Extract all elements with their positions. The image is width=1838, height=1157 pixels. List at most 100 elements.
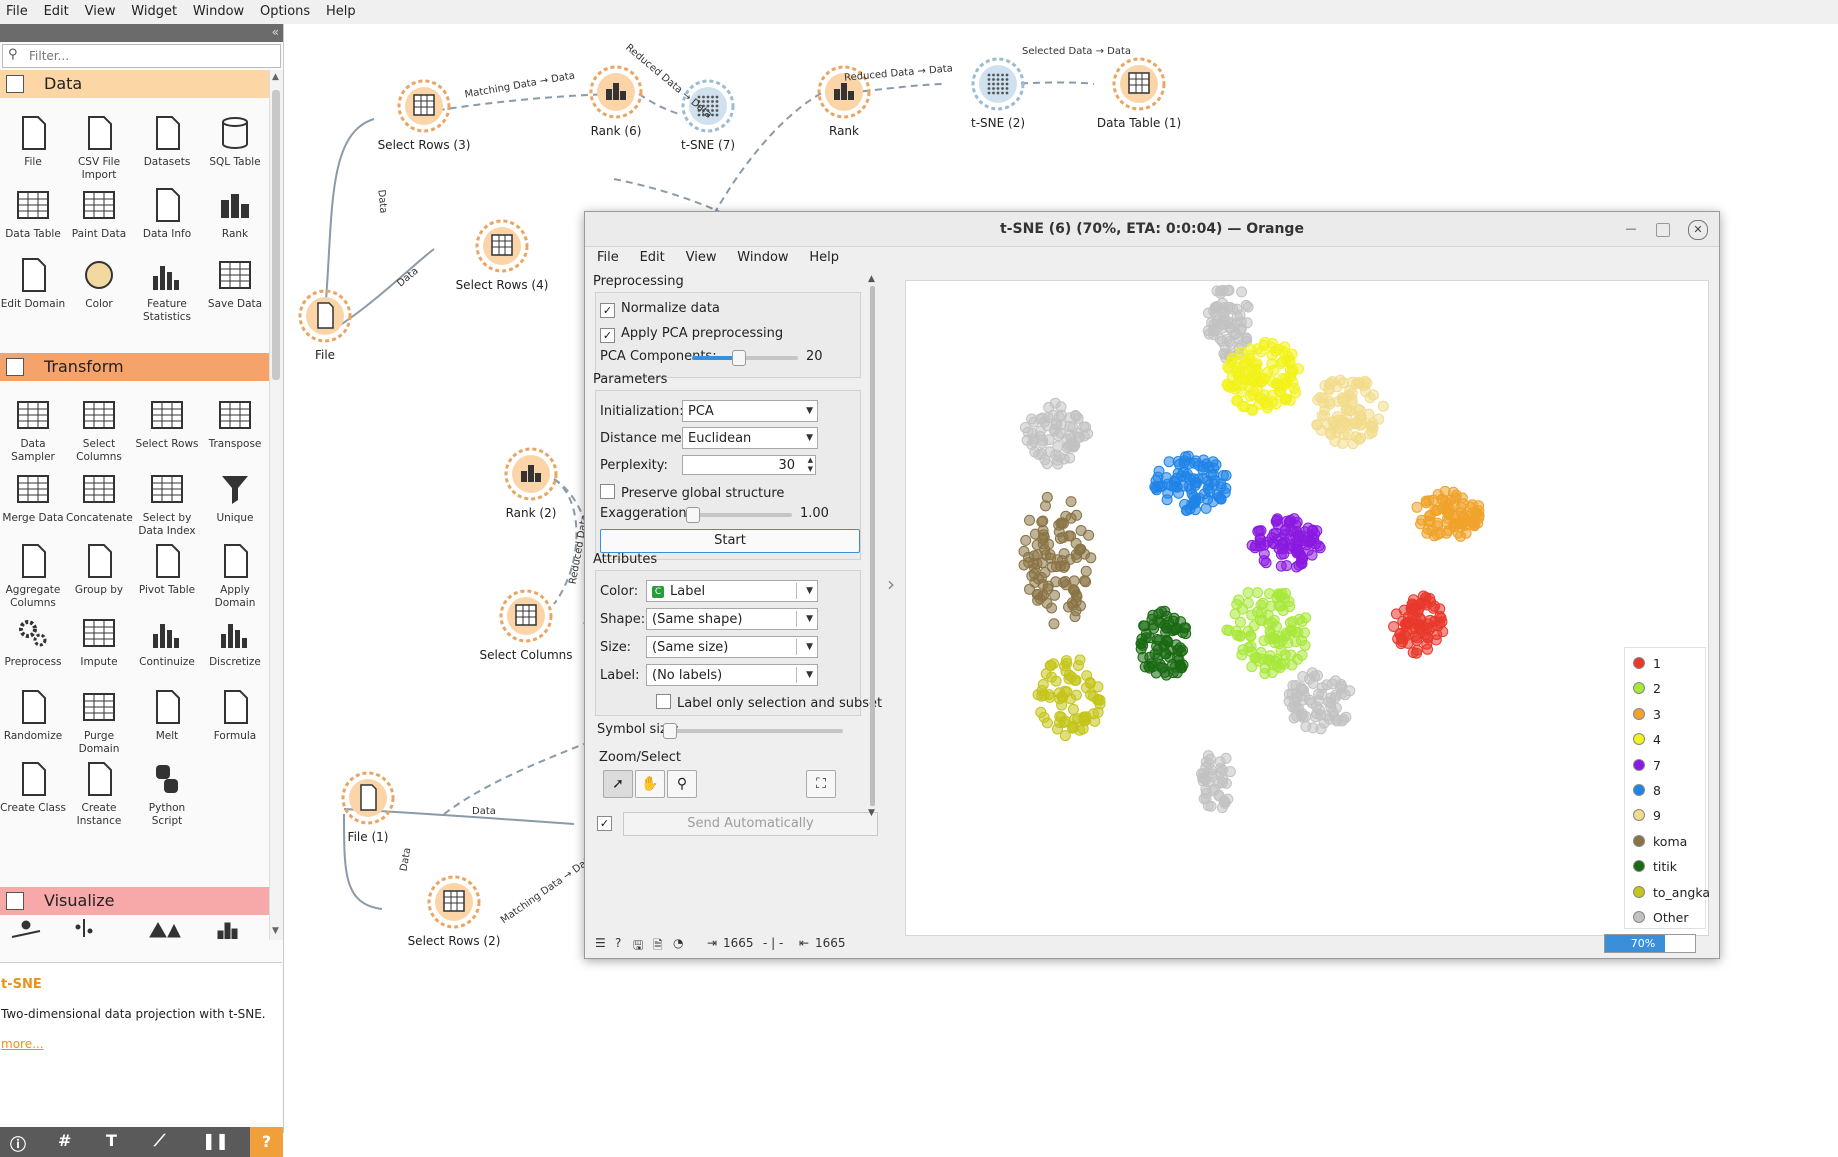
scatter-point[interactable] bbox=[1311, 708, 1323, 720]
scatter-point[interactable] bbox=[1160, 622, 1172, 634]
scatter-point[interactable] bbox=[1032, 689, 1044, 701]
scatter-point[interactable] bbox=[1399, 618, 1411, 630]
scatter-point[interactable] bbox=[1151, 484, 1163, 496]
scatter-point[interactable] bbox=[1291, 653, 1303, 665]
scatter-point[interactable] bbox=[1367, 422, 1379, 434]
scatter-point[interactable] bbox=[1338, 418, 1350, 430]
widget-randomize[interactable]: Randomize bbox=[0, 688, 66, 743]
dialog-menu-help[interactable]: Help bbox=[797, 247, 844, 265]
spin-arrows-icon[interactable]: ▲ ▼ bbox=[808, 456, 813, 474]
scatter-point[interactable] bbox=[1423, 495, 1435, 507]
scatter-point[interactable] bbox=[1283, 596, 1295, 608]
category-data[interactable]: Data bbox=[0, 70, 269, 98]
scatter-point[interactable] bbox=[1411, 632, 1423, 644]
scatter-point[interactable] bbox=[1299, 640, 1311, 651]
shape-combo[interactable]: (Same shape) ▼ bbox=[646, 608, 818, 630]
scatter-point[interactable] bbox=[1055, 409, 1067, 421]
scatter-point[interactable] bbox=[1323, 383, 1335, 395]
scatter-point[interactable] bbox=[1175, 616, 1187, 628]
pca-components-slider[interactable] bbox=[692, 350, 798, 366]
scatter-point[interactable] bbox=[1190, 455, 1202, 467]
scatter-point[interactable] bbox=[1041, 458, 1053, 470]
scatter-point[interactable] bbox=[1335, 688, 1347, 700]
scatter-point[interactable] bbox=[1459, 520, 1471, 531]
category-transform[interactable]: Transform bbox=[0, 353, 269, 381]
scatter-point[interactable] bbox=[1186, 499, 1198, 511]
scatter-point[interactable] bbox=[1072, 660, 1084, 671]
scatter-point[interactable] bbox=[1245, 344, 1257, 355]
menu-help[interactable]: Help bbox=[320, 0, 362, 19]
scatter-point[interactable] bbox=[1135, 638, 1147, 650]
scatter-point[interactable] bbox=[1203, 307, 1214, 319]
perplexity-spinbox[interactable]: 30 ▲ ▼ bbox=[682, 455, 816, 475]
scatter-point[interactable] bbox=[1258, 555, 1270, 567]
plot-legend[interactable]: 1 2 3 4 7 8 9 koma titik to_angka Other bbox=[1624, 647, 1710, 929]
scatter-point[interactable] bbox=[1324, 396, 1336, 407]
scroll-down-icon[interactable]: ▼ bbox=[272, 926, 279, 936]
widget-formula[interactable]: Formula bbox=[202, 688, 268, 743]
scatter-point[interactable] bbox=[1138, 620, 1150, 632]
scatter-point[interactable] bbox=[1036, 448, 1048, 460]
scatter-point[interactable] bbox=[1355, 419, 1366, 431]
scatter-point[interactable] bbox=[1043, 401, 1055, 413]
control-scrollbar[interactable]: ▲ ▼ bbox=[867, 274, 879, 819]
start-button[interactable]: Start bbox=[600, 529, 860, 553]
scatter-point[interactable] bbox=[1070, 595, 1082, 607]
menu-icon[interactable]: ☰ bbox=[595, 936, 606, 950]
dialog-menu-view[interactable]: View bbox=[674, 247, 722, 265]
scatter-point[interactable] bbox=[1063, 440, 1074, 452]
scatter-point[interactable] bbox=[1041, 717, 1053, 729]
scatter-point[interactable] bbox=[1037, 515, 1049, 527]
scatter-point[interactable] bbox=[1205, 800, 1217, 812]
scatter-point[interactable] bbox=[1291, 561, 1302, 573]
widget-select-columns[interactable]: Select Columns bbox=[66, 396, 132, 464]
scatter-point[interactable] bbox=[1057, 532, 1069, 543]
legend-item[interactable]: koma bbox=[1633, 834, 1687, 852]
scatter-point[interactable] bbox=[1192, 473, 1204, 485]
scatter-point[interactable] bbox=[1159, 605, 1171, 617]
scatter-point[interactable] bbox=[1020, 534, 1032, 546]
scatter-point[interactable] bbox=[1275, 560, 1287, 572]
widget-select-rows[interactable]: Select Rows bbox=[134, 396, 200, 451]
slider-handle[interactable] bbox=[663, 723, 677, 739]
widget-unique[interactable]: Unique bbox=[202, 470, 268, 525]
scatter-point[interactable] bbox=[1448, 509, 1460, 521]
menu-file[interactable]: File bbox=[0, 0, 34, 19]
canvas-node[interactable] bbox=[1112, 57, 1166, 111]
legend-item[interactable]: to_angka bbox=[1633, 885, 1710, 903]
scatter-point[interactable] bbox=[1346, 376, 1358, 388]
scatter-point[interactable] bbox=[1267, 659, 1279, 671]
scatter-point[interactable] bbox=[1208, 318, 1220, 330]
size-combo[interactable]: (Same size) ▼ bbox=[646, 636, 818, 658]
scatter-point[interactable] bbox=[1265, 600, 1277, 612]
scatter-point[interactable] bbox=[1092, 681, 1104, 693]
widget-melt[interactable]: Melt bbox=[134, 688, 200, 743]
scatter-point[interactable] bbox=[1067, 703, 1079, 715]
scatter-point[interactable] bbox=[1060, 655, 1072, 667]
preserve-global-checkbox[interactable] bbox=[600, 484, 615, 499]
widget-csv-file-import[interactable]: CSV File Import bbox=[66, 114, 132, 182]
legend-item[interactable]: 4 bbox=[1633, 732, 1661, 750]
scatter-point[interactable] bbox=[1060, 665, 1072, 677]
scatter-point[interactable] bbox=[1050, 576, 1062, 588]
close-icon[interactable]: ✕ bbox=[1688, 220, 1708, 240]
scatter-point[interactable] bbox=[1247, 404, 1259, 416]
scatter-point[interactable] bbox=[1083, 529, 1095, 541]
pca-checkbox[interactable]: ✓ bbox=[600, 328, 615, 343]
scatter-point[interactable] bbox=[1043, 434, 1055, 446]
scatter-point[interactable] bbox=[1325, 692, 1337, 704]
preserve-global-row[interactable]: Preserve global structure bbox=[600, 484, 784, 501]
filter-input[interactable] bbox=[27, 47, 271, 65]
widget-transpose[interactable]: Transpose bbox=[202, 396, 268, 451]
scatter-point[interactable] bbox=[1094, 694, 1106, 706]
scatter-point[interactable] bbox=[1209, 475, 1221, 487]
scatter-point[interactable] bbox=[1284, 617, 1296, 629]
scatter-point[interactable] bbox=[1312, 670, 1323, 681]
scatter-point[interactable] bbox=[1237, 373, 1249, 385]
scroll-up-icon[interactable]: ▲ bbox=[868, 274, 875, 284]
canvas-node[interactable] bbox=[504, 447, 558, 501]
scatter-point[interactable] bbox=[1268, 538, 1280, 550]
pause-icon[interactable]: ❚❚ bbox=[202, 1131, 229, 1150]
scroll-thumb[interactable] bbox=[870, 286, 875, 806]
scatter-point[interactable] bbox=[1180, 451, 1191, 463]
